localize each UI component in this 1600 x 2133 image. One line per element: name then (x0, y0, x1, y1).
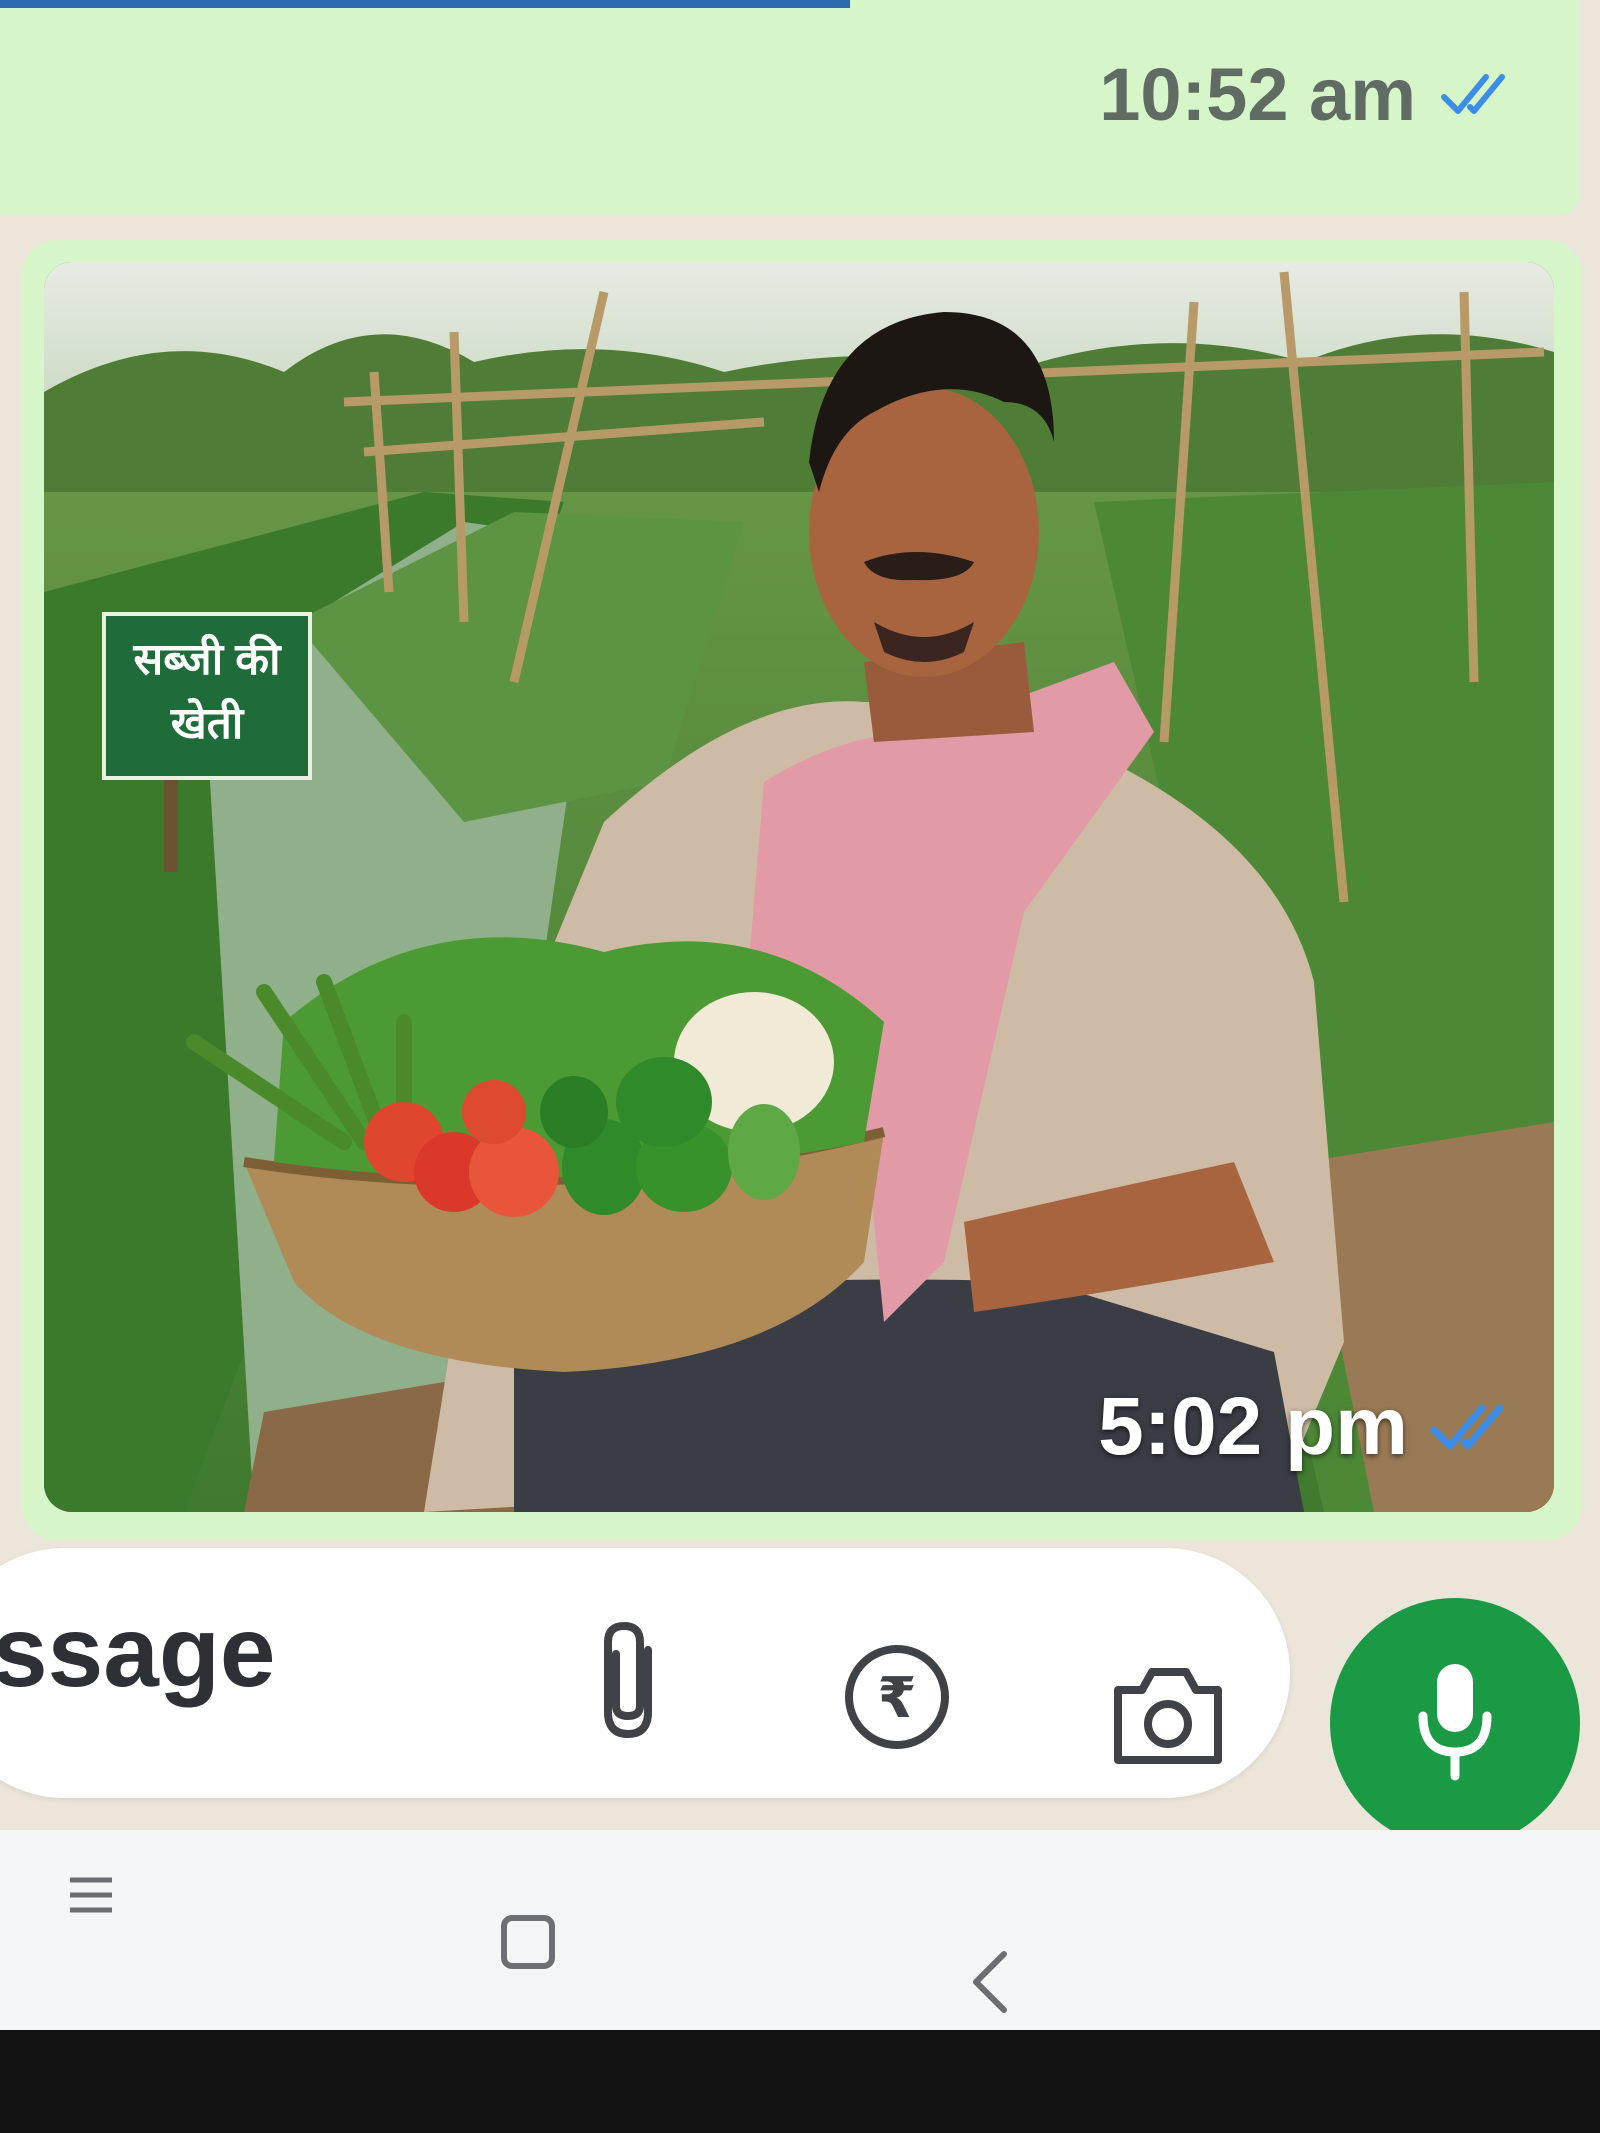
svg-text:₹: ₹ (878, 1666, 917, 1731)
double-check-read-icon (1430, 1400, 1520, 1454)
message-input[interactable]: ssage (0, 1595, 276, 1710)
device-bezel (0, 2030, 1600, 2133)
farmer-photo[interactable]: सब्जी की खेती 5:02 pm (44, 262, 1554, 1512)
sign-line-2: खेती (170, 699, 244, 748)
paperclip-icon[interactable] (590, 1620, 670, 1745)
back-icon[interactable] (970, 1950, 1010, 2019)
message-link[interactable]: l=i0JESIu7uKhNv0O8 (0, 0, 850, 15)
rupee-icon[interactable]: ₹ (842, 1642, 952, 1757)
message-time: 10:52 am (1099, 53, 1416, 136)
home-icon[interactable] (500, 1914, 556, 1975)
image-message-bubble[interactable]: सब्जी की खेती 5:02 pm (22, 240, 1582, 1540)
farm-sign: सब्जी की खेती (102, 612, 312, 780)
outgoing-message-bubble[interactable]: l=i0JESIu7uKhNv0O8 10:52 am (0, 0, 1580, 215)
message-meta: 10:52 am (1099, 52, 1520, 137)
double-check-read-icon (1440, 71, 1520, 119)
image-message-meta: 5:02 pm (1098, 1380, 1520, 1474)
sign-line-1: सब्जी की (133, 635, 281, 684)
recent-apps-icon[interactable] (66, 1870, 116, 1925)
image-message-time: 5:02 pm (1098, 1381, 1408, 1472)
system-navigation-bar (0, 1830, 1600, 2030)
mic-icon (1418, 1664, 1492, 1781)
camera-icon[interactable] (1108, 1660, 1228, 1775)
mic-button[interactable] (1330, 1598, 1580, 1848)
